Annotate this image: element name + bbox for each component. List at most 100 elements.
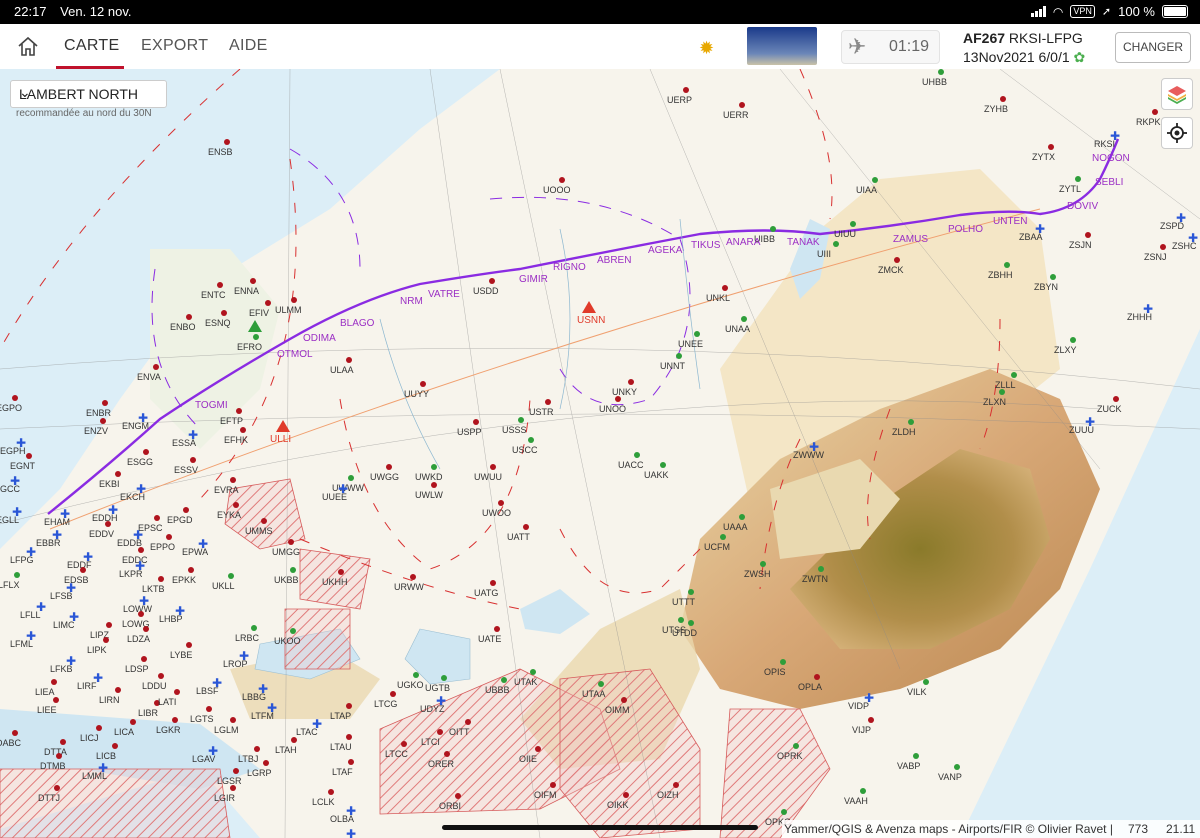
airport-marker-usdd[interactable] — [489, 278, 495, 284]
airport-marker-esnq[interactable] — [221, 310, 227, 316]
airport-marker-ukoo[interactable] — [290, 628, 296, 634]
waypoint-label-odima[interactable]: ODIMA — [303, 333, 336, 344]
airport-marker-efiv[interactable] — [265, 300, 271, 306]
airport-marker-zwsh[interactable] — [760, 561, 766, 567]
airport-marker-orbi[interactable] — [455, 793, 461, 799]
airport-marker-opis[interactable] — [780, 659, 786, 665]
airport-marker-entc[interactable] — [217, 282, 223, 288]
airport-marker-uhbb[interactable] — [938, 69, 944, 75]
airport-marker-uwoo[interactable] — [498, 500, 504, 506]
change-button[interactable]: CHANGER — [1115, 32, 1191, 63]
airport-marker-ltaf[interactable] — [348, 759, 354, 765]
airport-marker-oitt[interactable] — [465, 719, 471, 725]
airport-marker-zuck[interactable] — [1113, 396, 1119, 402]
airport-marker-uerr[interactable] — [739, 102, 745, 108]
airport-marker-liee[interactable] — [53, 697, 59, 703]
airport-marker-ekbi[interactable] — [115, 471, 121, 477]
airport-marker-uwww[interactable] — [348, 475, 354, 481]
waypoint-label-tanak[interactable]: TANAK — [787, 237, 820, 248]
airport-marker-zytx[interactable] — [1048, 144, 1054, 150]
airport-marker-utdd[interactable] — [688, 620, 694, 626]
airport-marker-zyhb[interactable] — [1000, 96, 1006, 102]
airport-marker-dtmb[interactable] — [56, 753, 62, 759]
airport-marker-uiii[interactable] — [833, 241, 839, 247]
airport-marker-oikk[interactable] — [623, 792, 629, 798]
airport-marker-eddv[interactable] — [105, 521, 111, 527]
airport-marker-vabp[interactable] — [913, 753, 919, 759]
airport-marker-unaa[interactable] — [741, 316, 747, 322]
airport-marker-vijp[interactable] — [868, 717, 874, 723]
airport-marker-zwtn[interactable] — [818, 566, 824, 572]
airport-marker-uooo[interactable] — [559, 177, 565, 183]
airport-marker-uwgg[interactable] — [386, 464, 392, 470]
airport-marker-eppo[interactable] — [166, 534, 172, 540]
airport-marker-uwkd[interactable] — [431, 464, 437, 470]
airport-marker-lowg[interactable] — [138, 611, 144, 617]
airport-marker-enva[interactable] — [153, 364, 159, 370]
airport-marker-zytl[interactable] — [1075, 176, 1081, 182]
airport-marker-epkk[interactable] — [188, 567, 194, 573]
airport-marker-epgd[interactable] — [183, 507, 189, 513]
airport-marker-ltbj[interactable] — [254, 746, 260, 752]
airport-marker-esgg[interactable] — [143, 449, 149, 455]
airport-marker-unky[interactable] — [628, 379, 634, 385]
tab-carte[interactable]: CARTE — [64, 37, 119, 55]
airport-marker-uiuu[interactable] — [850, 221, 856, 227]
airport-marker-ucfm[interactable] — [720, 534, 726, 540]
airport-marker-utak[interactable] — [530, 669, 536, 675]
airport-marker-lati[interactable] — [174, 689, 180, 695]
airport-marker-eyka[interactable] — [233, 502, 239, 508]
airport-marker-zlxy[interactable] — [1070, 337, 1076, 343]
waypoint-label-togmi[interactable]: TOGMI — [195, 400, 228, 411]
airport-marker-ltap[interactable] — [346, 703, 352, 709]
flight-time-box[interactable]: ✈ 01:19 — [841, 30, 940, 64]
airport-marker-lgrp[interactable] — [263, 760, 269, 766]
map-view[interactable]: UHBB ZYHB RKPK ✚ RKSI ZYTX UERR UERP ZYTL ✚ ZSPD ✚ Z… — [0, 69, 1200, 838]
waypoint-label-doviv[interactable]: DOVIV — [1067, 201, 1098, 212]
airport-marker-enna[interactable] — [250, 278, 256, 284]
waypoint-label-polho[interactable]: POLHO — [948, 224, 983, 235]
airport-marker-oifm[interactable] — [550, 782, 556, 788]
waypoint-label-zamus[interactable]: ZAMUS — [893, 234, 928, 245]
airport-marker-zlxn[interactable] — [999, 389, 1005, 395]
waypoint-label-ageka[interactable]: AGEKA — [648, 245, 682, 256]
airport-marker-uuyy[interactable] — [420, 381, 426, 387]
airport-marker-unkl[interactable] — [722, 285, 728, 291]
airport-marker-uaaa[interactable] — [739, 514, 745, 520]
airport-marker-dttj[interactable] — [54, 785, 60, 791]
airport-marker-uakk[interactable] — [660, 462, 666, 468]
airport-marker-egnt[interactable] — [26, 453, 32, 459]
waypoint-label-otmol[interactable]: OTMOL — [277, 349, 313, 360]
airport-marker-uate[interactable] — [494, 626, 500, 632]
airport-marker-ldsp[interactable] — [141, 656, 147, 662]
airport-marker-ukhh[interactable] — [338, 569, 344, 575]
airport-marker-efhk[interactable] — [240, 427, 246, 433]
tab-aide[interactable]: AIDE — [229, 37, 268, 55]
tab-export[interactable]: EXPORT — [141, 37, 208, 55]
airport-marker-ukll[interactable] — [228, 573, 234, 579]
map-canvas[interactable] — [0, 69, 1200, 838]
airport-marker-ugtb[interactable] — [441, 675, 447, 681]
airport-marker-lktb[interactable] — [158, 576, 164, 582]
waypoint-label-gimir[interactable]: GIMIR — [519, 274, 548, 285]
airport-marker-zsnj[interactable] — [1160, 244, 1166, 250]
airport-marker-dtta[interactable] — [60, 739, 66, 745]
airport-marker-evra[interactable] — [230, 477, 236, 483]
airport-marker-unnt[interactable] — [676, 353, 682, 359]
airport-marker-efro[interactable] — [253, 334, 259, 340]
projection-select[interactable]: LAMBERT NORTH ⌄ — [10, 80, 167, 108]
airport-marker-usss[interactable] — [518, 417, 524, 423]
airport-marker-lybe[interactable] — [186, 642, 192, 648]
airport-marker-ltau[interactable] — [346, 734, 352, 740]
airport-marker-ustr[interactable] — [545, 399, 551, 405]
airport-marker-zlll[interactable] — [1011, 372, 1017, 378]
airport-marker-zsjn[interactable] — [1085, 232, 1091, 238]
airport-marker-lglm[interactable] — [230, 717, 236, 723]
airport-marker-eddc[interactable] — [138, 547, 144, 553]
sun-icon[interactable]: ✹ — [699, 38, 714, 59]
airport-marker-utss[interactable] — [678, 617, 684, 623]
waypoint-label-blago[interactable]: BLAGO — [340, 318, 374, 329]
airport-marker-liea[interactable] — [51, 679, 57, 685]
airport-marker-ukbb[interactable] — [290, 567, 296, 573]
airport-marker-lflx[interactable] — [14, 572, 20, 578]
